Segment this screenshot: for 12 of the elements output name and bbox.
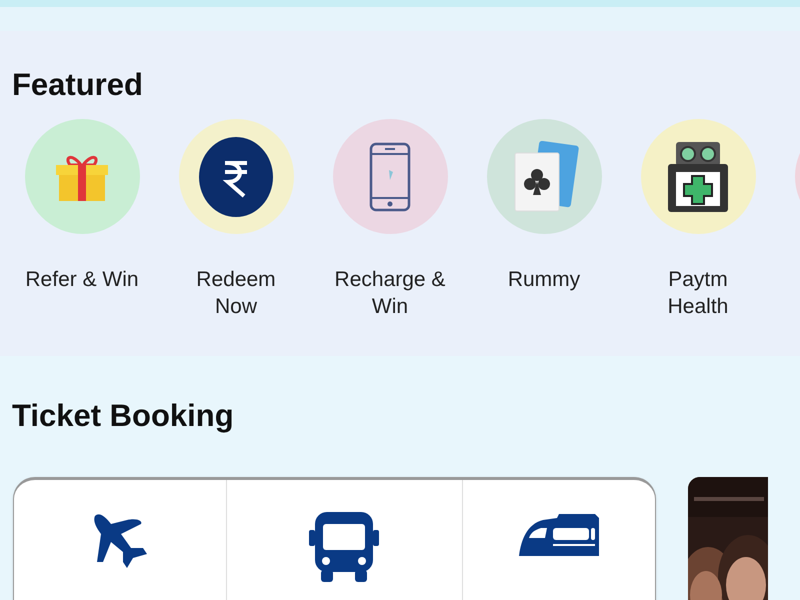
medical-kit-icon bbox=[666, 140, 730, 214]
feature-label[interactable]: Redeem Now bbox=[175, 266, 297, 320]
section-title: Featured bbox=[12, 67, 143, 103]
section-title: Ticket Booking bbox=[12, 398, 234, 434]
feature-label[interactable]: Refer & Win bbox=[21, 266, 143, 293]
feature-label[interactable]: Paytm Health bbox=[637, 266, 759, 320]
phone-icon bbox=[369, 142, 411, 212]
feature-label[interactable]: Rummy bbox=[483, 266, 605, 293]
train-icon bbox=[519, 512, 600, 558]
rupee-icon bbox=[198, 136, 274, 218]
bus-icon bbox=[309, 512, 380, 582]
feature-label[interactable]: Recharge & Win bbox=[329, 266, 451, 320]
